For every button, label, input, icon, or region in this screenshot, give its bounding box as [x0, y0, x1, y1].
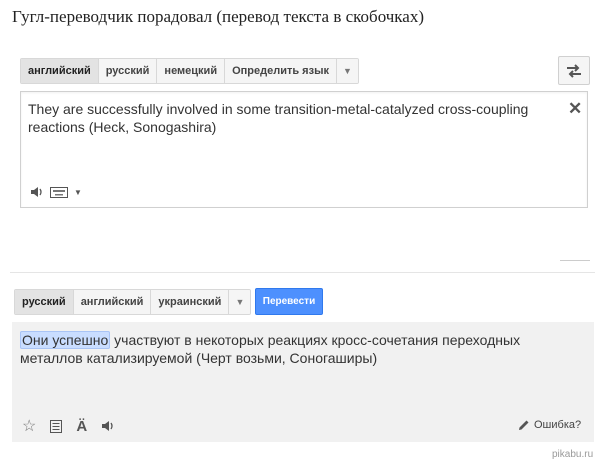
source-tools: ▼: [30, 186, 82, 198]
speaker-icon[interactable]: [30, 186, 44, 198]
chevron-down-icon: ▼: [342, 66, 352, 76]
close-icon[interactable]: ✕: [568, 99, 582, 119]
swap-languages-button[interactable]: [558, 56, 590, 85]
pencil-icon: [519, 420, 529, 430]
translation-text: Они успешно участвуют в некоторых реакци…: [20, 331, 575, 367]
chevron-down-icon: ▼: [235, 297, 245, 307]
watermark: pikabu.ru: [552, 449, 594, 460]
swap-icon: [567, 63, 581, 78]
keyboard-dropdown-icon[interactable]: ▼: [74, 188, 82, 197]
divider: [10, 272, 595, 273]
target-lang-russian[interactable]: русский: [15, 290, 74, 314]
target-language-bar: русский английский украинский ▼: [14, 289, 252, 315]
target-lang-ukrainian[interactable]: украинский: [151, 290, 230, 314]
translation-tools: ☆ Ä: [22, 416, 115, 436]
post-title: Гугл-переводчик порадовал (перевод текст…: [12, 7, 425, 26]
source-lang-russian[interactable]: русский: [98, 59, 158, 83]
target-lang-english[interactable]: английский: [73, 290, 152, 314]
source-text: They are successfully involved in some t…: [28, 101, 529, 135]
feedback-link[interactable]: Ошибка?: [518, 419, 581, 431]
source-language-bar: английский русский немецкий Определить я…: [20, 58, 359, 84]
target-lang-dropdown[interactable]: ▼: [229, 290, 251, 314]
source-lang-english[interactable]: английский: [21, 59, 99, 83]
highlighted-phrase[interactable]: Они успешно: [20, 331, 111, 349]
feedback-label: Ошибка?: [534, 419, 582, 431]
transliterate-icon[interactable]: Ä: [76, 418, 87, 435]
document-icon[interactable]: [50, 419, 63, 433]
speaker-icon[interactable]: [101, 420, 115, 432]
source-lang-detect[interactable]: Определить язык: [225, 59, 337, 83]
source-lang-dropdown[interactable]: ▼: [336, 59, 358, 83]
star-icon[interactable]: ☆: [22, 416, 36, 436]
source-lang-german[interactable]: немецкий: [157, 59, 226, 83]
resize-handle[interactable]: [560, 254, 590, 261]
translate-button[interactable]: Перевести: [255, 288, 323, 315]
keyboard-icon[interactable]: [50, 186, 68, 198]
